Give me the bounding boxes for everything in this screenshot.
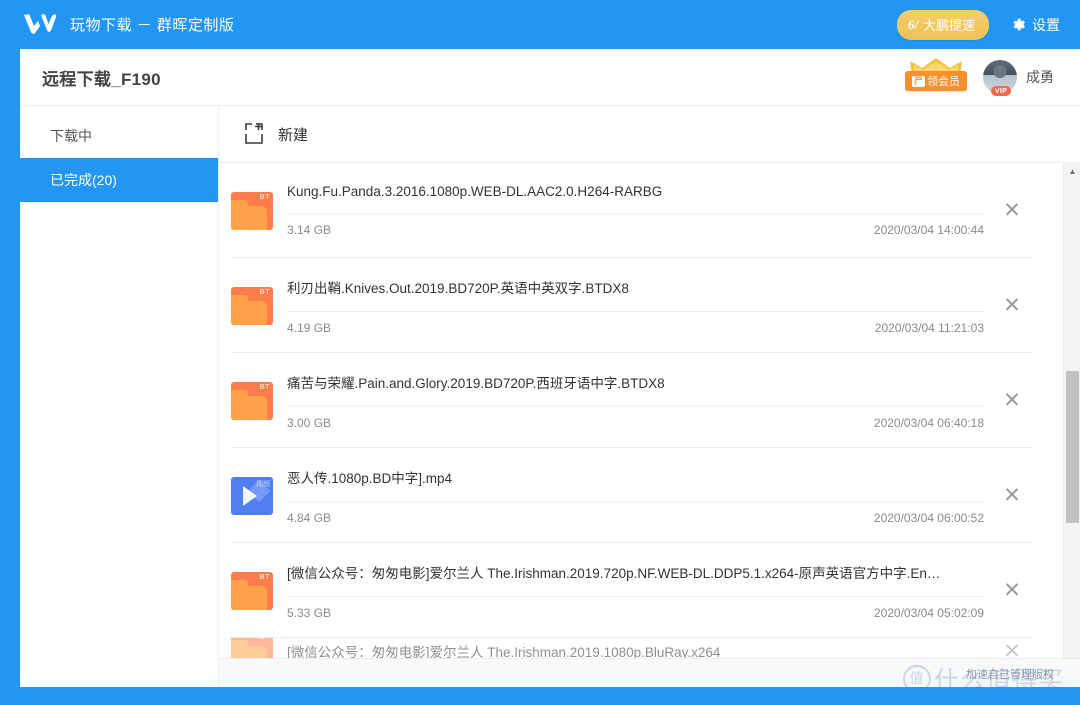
file-time: 2020/03/04 11:21:03 xyxy=(874,320,984,335)
row-meta: 4.84 GB 2020/03/04 06:00:52 xyxy=(287,500,984,525)
user-area: 尸 领会员 VIP 成勇 xyxy=(905,57,1054,97)
bt-tag-label: BT xyxy=(259,383,270,391)
bt-tag-label: BT xyxy=(259,573,270,581)
top-right-controls: 6/ 大鹏提速 设置 xyxy=(896,9,1060,40)
application-window: 玩物下载 － 群晖定制版 6/ 大鹏提速 设置 远程下载_F190 尸 领会员 … xyxy=(0,0,1080,705)
sidebar-item-downloading[interactable]: 下载中 xyxy=(20,114,218,158)
file-size: 3.00 GB xyxy=(287,415,332,430)
page-header: 远程下载_F190 尸 领会员 VIP 成勇 xyxy=(20,49,1080,106)
w-logo-icon xyxy=(22,12,58,38)
download-list-area: BT Kung.Fu.Panda.3.2016.1080p.WEB-DL.AAC… xyxy=(219,162,1080,689)
avatar-vip-tag: VIP xyxy=(991,86,1011,96)
row-icon: BT xyxy=(231,191,273,230)
gear-icon xyxy=(1011,17,1026,32)
user-name: 成勇 xyxy=(1026,69,1054,85)
file-name: 利刃出鞘.Knives.Out.2019.BD720P.英语中英双字.BTDX8 xyxy=(287,280,629,296)
file-time: 2020/03/04 05:02:09 xyxy=(873,605,984,620)
sidebar: 下载中 已完成(20) xyxy=(20,106,219,688)
new-task-icon xyxy=(243,121,269,147)
settings-label: 设置 xyxy=(1032,16,1060,33)
row-icon: 视频 xyxy=(231,476,273,515)
bt-tag-label: BT xyxy=(259,288,270,296)
bt-folder-icon: BT xyxy=(231,286,273,325)
file-time: 2020/03/04 06:00:52 xyxy=(873,510,984,525)
video-file-icon: 视频 xyxy=(231,476,273,515)
file-name: [微信公众号：匆匆电影]爱尔兰人 The.Irishman.2019.720p.… xyxy=(287,565,941,581)
file-name: 恶人传.1080p.BD中字].mp4 xyxy=(287,470,453,486)
brand: 玩物下载 － 群晖定制版 xyxy=(22,12,234,38)
content-toolbar: 新建 xyxy=(219,106,1080,162)
row-content: 利刃出鞘.Knives.Out.2019.BD720P.英语中英双字.BTDX8… xyxy=(287,277,992,335)
file-name: Kung.Fu.Panda.3.2016.1080p.WEB-DL.AAC2.0… xyxy=(287,184,663,199)
row-meta: 3.00 GB 2020/03/04 06:40:18 xyxy=(287,405,984,430)
row-content: 痛苦与荣耀.Pain.and.Glory.2019.BD720P.西班牙语中字.… xyxy=(287,372,992,430)
video-tag-label: 视频 xyxy=(256,480,270,488)
sidebar-item-completed[interactable]: 已完成(20) xyxy=(20,158,218,202)
page-title: 远程下载_F190 xyxy=(42,69,161,89)
content-panel: 新建 BT Kung.Fu.Panda.3.2016.1080p.WEB-DL.… xyxy=(219,106,1080,689)
bt-folder-icon: BT xyxy=(231,191,273,230)
row-icon: BT xyxy=(231,381,273,420)
close-icon[interactable]: ✕ xyxy=(992,200,1032,221)
close-icon[interactable]: ✕ xyxy=(992,485,1032,506)
bt-folder-icon: BT xyxy=(231,381,273,420)
row-icon: BT xyxy=(231,571,273,610)
bottom-accent-bar xyxy=(0,687,1080,705)
window-body: 下载中 已完成(20) 新建 BT Kung.Fu.Panda.3.2016.1… xyxy=(20,106,1080,689)
file-size: 5.33 GB xyxy=(287,605,332,620)
row-meta: 3.14 GB 2020/03/04 14:00:44 xyxy=(287,213,984,237)
close-icon[interactable]: ✕ xyxy=(992,390,1032,411)
speed-logo-icon: 6/ xyxy=(907,16,918,32)
table-row[interactable]: 视频 恶人传.1080p.BD中字].mp4 4.84 GB 2020/03/0… xyxy=(219,448,1062,543)
scroll-up-icon[interactable]: ▲ xyxy=(1064,163,1080,180)
table-row[interactable]: BT [微信公众号：匆匆电影]爱尔兰人 The.Irishman.2019.72… xyxy=(219,543,1062,638)
bt-folder-icon: BT xyxy=(231,571,273,610)
speed-boost-button[interactable]: 6/ 大鹏提速 xyxy=(896,9,989,40)
sidebar-item-label: 已完成(20) xyxy=(50,172,117,188)
footer-bar: 加速自己管理版权 xyxy=(219,658,1080,688)
vip-pill: 尸 领会员 xyxy=(905,71,967,91)
bt-tag-label: BT xyxy=(259,193,270,201)
sidebar-item-label: 下载中 xyxy=(50,128,92,144)
footer-note: 加速自己管理版权 xyxy=(966,668,1054,681)
download-list: BT Kung.Fu.Panda.3.2016.1080p.WEB-DL.AAC… xyxy=(219,163,1062,689)
vip-mark-icon: 尸 xyxy=(911,75,925,87)
settings-button[interactable]: 设置 xyxy=(1011,15,1060,35)
row-meta: 5.33 GB 2020/03/04 05:02:09 xyxy=(287,595,984,620)
top-brand-bar: 玩物下载 － 群晖定制版 6/ 大鹏提速 设置 xyxy=(0,0,1080,49)
avatar[interactable]: VIP xyxy=(983,60,1017,96)
row-icon: BT xyxy=(231,286,273,325)
file-name: 痛苦与荣耀.Pain.and.Glory.2019.BD720P.西班牙语中字.… xyxy=(287,375,665,391)
scrollbar-thumb[interactable] xyxy=(1066,371,1079,523)
table-row[interactable]: BT 利刃出鞘.Knives.Out.2019.BD720P.英语中英双字.BT… xyxy=(219,258,1062,353)
close-icon[interactable]: ✕ xyxy=(992,295,1032,316)
vip-label: 领会员 xyxy=(927,76,960,88)
close-icon[interactable]: ✕ xyxy=(992,580,1032,601)
table-row[interactable]: BT 痛苦与荣耀.Pain.and.Glory.2019.BD720P.西班牙语… xyxy=(219,353,1062,448)
table-row[interactable]: BT Kung.Fu.Panda.3.2016.1080p.WEB-DL.AAC… xyxy=(219,163,1062,258)
file-time: 2020/03/04 06:40:18 xyxy=(873,415,984,430)
file-time: 2020/03/04 14:00:44 xyxy=(873,223,984,237)
file-size: 4.84 GB xyxy=(287,510,332,525)
new-task-label: 新建 xyxy=(278,126,309,144)
bt-tag-label: BT xyxy=(260,638,270,641)
row-meta: 4.19 GB 2020/03/04 11:21:03 xyxy=(287,310,984,335)
new-task-button[interactable]: 新建 xyxy=(243,121,308,147)
speed-boost-label: 大鹏提速 xyxy=(922,17,975,33)
row-content: Kung.Fu.Panda.3.2016.1080p.WEB-DL.AAC2.0… xyxy=(287,184,992,237)
row-content: [微信公众号：匆匆电影]爱尔兰人 The.Irishman.2019.720p.… xyxy=(287,562,992,620)
file-size: 3.14 GB xyxy=(287,223,332,237)
list-scrollbar[interactable]: ▲ ▼ xyxy=(1063,163,1080,689)
main-window: 远程下载_F190 尸 领会员 VIP 成勇 下载中 已完成(20) 新建 BT… xyxy=(20,49,1080,689)
file-size: 4.19 GB xyxy=(287,320,332,335)
row-content: 恶人传.1080p.BD中字].mp4 4.84 GB 2020/03/04 0… xyxy=(287,467,992,525)
get-vip-button[interactable]: 尸 领会员 xyxy=(905,57,967,97)
brand-title: 玩物下载 － 群晖定制版 xyxy=(70,17,235,34)
